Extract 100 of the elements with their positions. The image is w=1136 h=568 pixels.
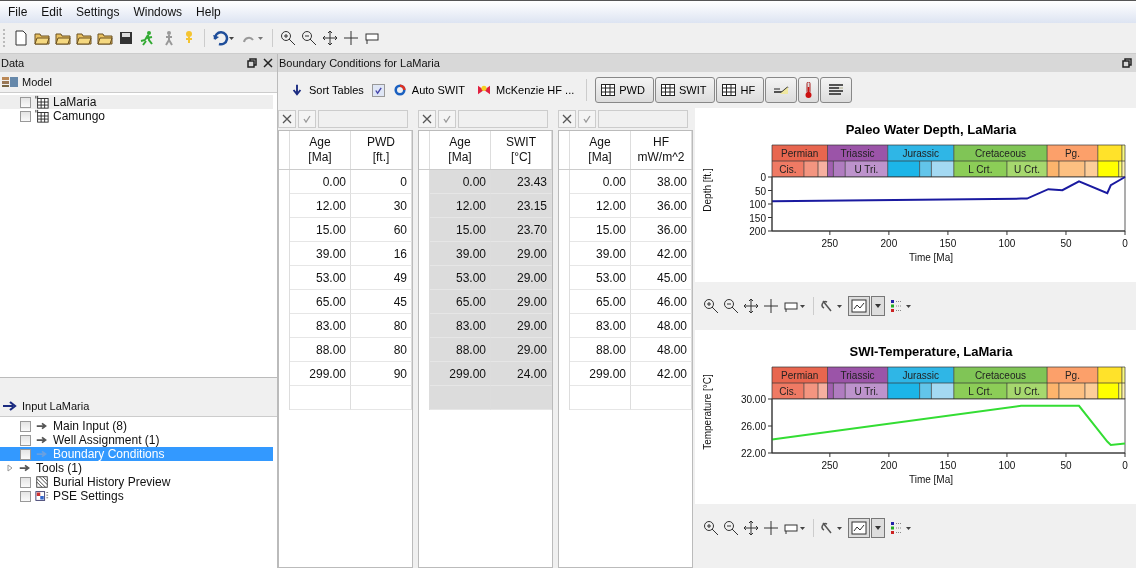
clear-button[interactable] bbox=[558, 110, 576, 128]
rectangle-icon[interactable] bbox=[364, 30, 380, 46]
column-unit: [Ma] bbox=[448, 150, 472, 165]
checkbox[interactable] bbox=[20, 448, 31, 460]
tree-item[interactable]: LaMaria bbox=[0, 95, 273, 109]
layers-icon bbox=[2, 76, 18, 88]
thermometer-button[interactable] bbox=[798, 77, 820, 103]
sort-tables-button[interactable]: Sort Tables bbox=[286, 82, 368, 98]
band-label: Pg. bbox=[1064, 148, 1080, 159]
band-label: L Crt. bbox=[968, 386, 993, 397]
zoom-in-icon[interactable] bbox=[703, 520, 719, 536]
empty-cell[interactable] bbox=[290, 386, 351, 410]
filter-field[interactable] bbox=[318, 110, 408, 128]
table-toggle-button[interactable]: PWD bbox=[595, 77, 654, 103]
clear-button[interactable] bbox=[418, 110, 436, 128]
tree-item[interactable]: Well Assignment (1) bbox=[0, 433, 273, 447]
table-cell: 15.00 bbox=[570, 218, 631, 242]
table-cell: 29.00 bbox=[491, 266, 552, 290]
column-header[interactable]: SWIT bbox=[506, 135, 536, 150]
auto-swit-button[interactable]: Auto SWIT bbox=[388, 82, 469, 98]
tree-item[interactable]: Camungo bbox=[0, 109, 273, 123]
zoom-out-icon[interactable] bbox=[723, 520, 739, 536]
table-icon bbox=[660, 84, 675, 96]
zoom-out-icon[interactable] bbox=[301, 30, 317, 46]
empty-cell[interactable] bbox=[570, 386, 631, 410]
runner-icon[interactable] bbox=[139, 30, 155, 46]
line-chart-button[interactable] bbox=[848, 296, 870, 316]
axis-tick-label: 50 bbox=[1060, 238, 1072, 249]
restore-icon[interactable] bbox=[1122, 58, 1132, 68]
checkbox[interactable] bbox=[20, 420, 31, 432]
layers-button[interactable] bbox=[820, 77, 853, 103]
arrow-icon bbox=[2, 400, 18, 412]
wrench-icon[interactable] bbox=[820, 298, 844, 314]
tree-item[interactable]: Main Input (8) bbox=[0, 419, 273, 433]
checkbox[interactable] bbox=[20, 96, 31, 108]
filter-field[interactable] bbox=[598, 110, 688, 128]
folder-icon[interactable] bbox=[34, 30, 50, 46]
tree-item[interactable]: Tools (1) bbox=[0, 461, 273, 475]
ring-icon bbox=[392, 84, 407, 96]
empty-cell[interactable] bbox=[631, 386, 692, 410]
legend-icon[interactable] bbox=[889, 520, 913, 536]
table-cell: 42.00 bbox=[631, 242, 692, 266]
undo-icon[interactable] bbox=[212, 30, 236, 46]
move-icon[interactable] bbox=[322, 30, 338, 46]
table-toggle-button[interactable]: HF bbox=[716, 77, 765, 103]
expand-icon[interactable] bbox=[6, 464, 14, 472]
crosshair-icon[interactable] bbox=[343, 30, 359, 46]
table-toggle-button[interactable]: SWIT bbox=[654, 77, 716, 103]
axis-tick-label: 200 bbox=[749, 226, 766, 237]
checkbox[interactable] bbox=[20, 490, 31, 502]
caret-button[interactable] bbox=[871, 296, 885, 316]
zoom-out-icon[interactable] bbox=[723, 298, 739, 314]
checkbox[interactable] bbox=[20, 476, 31, 488]
table-cell: 49 bbox=[351, 266, 412, 290]
column-header[interactable]: Age bbox=[589, 135, 611, 150]
close-icon[interactable] bbox=[263, 58, 273, 68]
table-cell: 45.00 bbox=[631, 266, 692, 290]
empty-cell[interactable] bbox=[351, 386, 412, 410]
menu-item[interactable]: Help bbox=[191, 3, 226, 21]
filter-field[interactable] bbox=[458, 110, 548, 128]
menu-item[interactable]: Windows bbox=[128, 3, 188, 21]
slope-chart-button[interactable] bbox=[765, 77, 798, 103]
zoom-in-icon[interactable] bbox=[280, 30, 296, 46]
restore-icon[interactable] bbox=[247, 58, 257, 68]
folder-icon[interactable] bbox=[55, 30, 71, 46]
menu-item[interactable]: Settings bbox=[71, 3, 125, 21]
table-cell: 12.00 bbox=[570, 194, 631, 218]
column-header[interactable]: HF bbox=[653, 135, 669, 150]
checkbox[interactable] bbox=[20, 434, 31, 446]
mckenzie-hf-button[interactable]: McKenzie HF ... bbox=[473, 82, 579, 98]
menu-item[interactable]: Edit bbox=[36, 3, 68, 21]
caret-icon bbox=[874, 524, 882, 532]
tree-item[interactable]: Burial History Preview bbox=[0, 475, 273, 489]
checkmark-icon bbox=[301, 113, 313, 125]
legend-icon[interactable] bbox=[889, 298, 913, 314]
move-icon[interactable] bbox=[743, 520, 759, 536]
menu-item[interactable]: File bbox=[3, 3, 33, 21]
new-document-icon[interactable] bbox=[13, 30, 29, 46]
clear-button[interactable] bbox=[278, 110, 296, 128]
line-chart-button[interactable] bbox=[848, 518, 870, 538]
axis-tick-label: 22.00 bbox=[740, 448, 766, 459]
axis-title: Time [Ma] bbox=[908, 474, 954, 485]
column-header[interactable]: PWD bbox=[367, 135, 395, 150]
zoom-in-icon[interactable] bbox=[703, 298, 719, 314]
column-header[interactable]: Age bbox=[449, 135, 471, 150]
checkbox[interactable] bbox=[371, 83, 385, 97]
folder-icon[interactable] bbox=[97, 30, 113, 46]
wrench-icon[interactable] bbox=[820, 520, 844, 536]
caret-button[interactable] bbox=[871, 518, 885, 538]
tree-item[interactable]: PSE Settings bbox=[0, 489, 273, 503]
checkbox[interactable] bbox=[20, 110, 31, 122]
column-header[interactable]: Age bbox=[309, 135, 331, 150]
column-unit: [Ma] bbox=[588, 150, 612, 165]
folder-icon[interactable] bbox=[76, 30, 92, 46]
move-icon[interactable] bbox=[743, 298, 759, 314]
table-cell: 90 bbox=[351, 362, 412, 386]
table-cell: 65.00 bbox=[430, 290, 491, 314]
save-icon[interactable] bbox=[118, 30, 134, 46]
table-cell: 29.00 bbox=[491, 314, 552, 338]
axis-tick-label: 0 bbox=[760, 172, 766, 183]
